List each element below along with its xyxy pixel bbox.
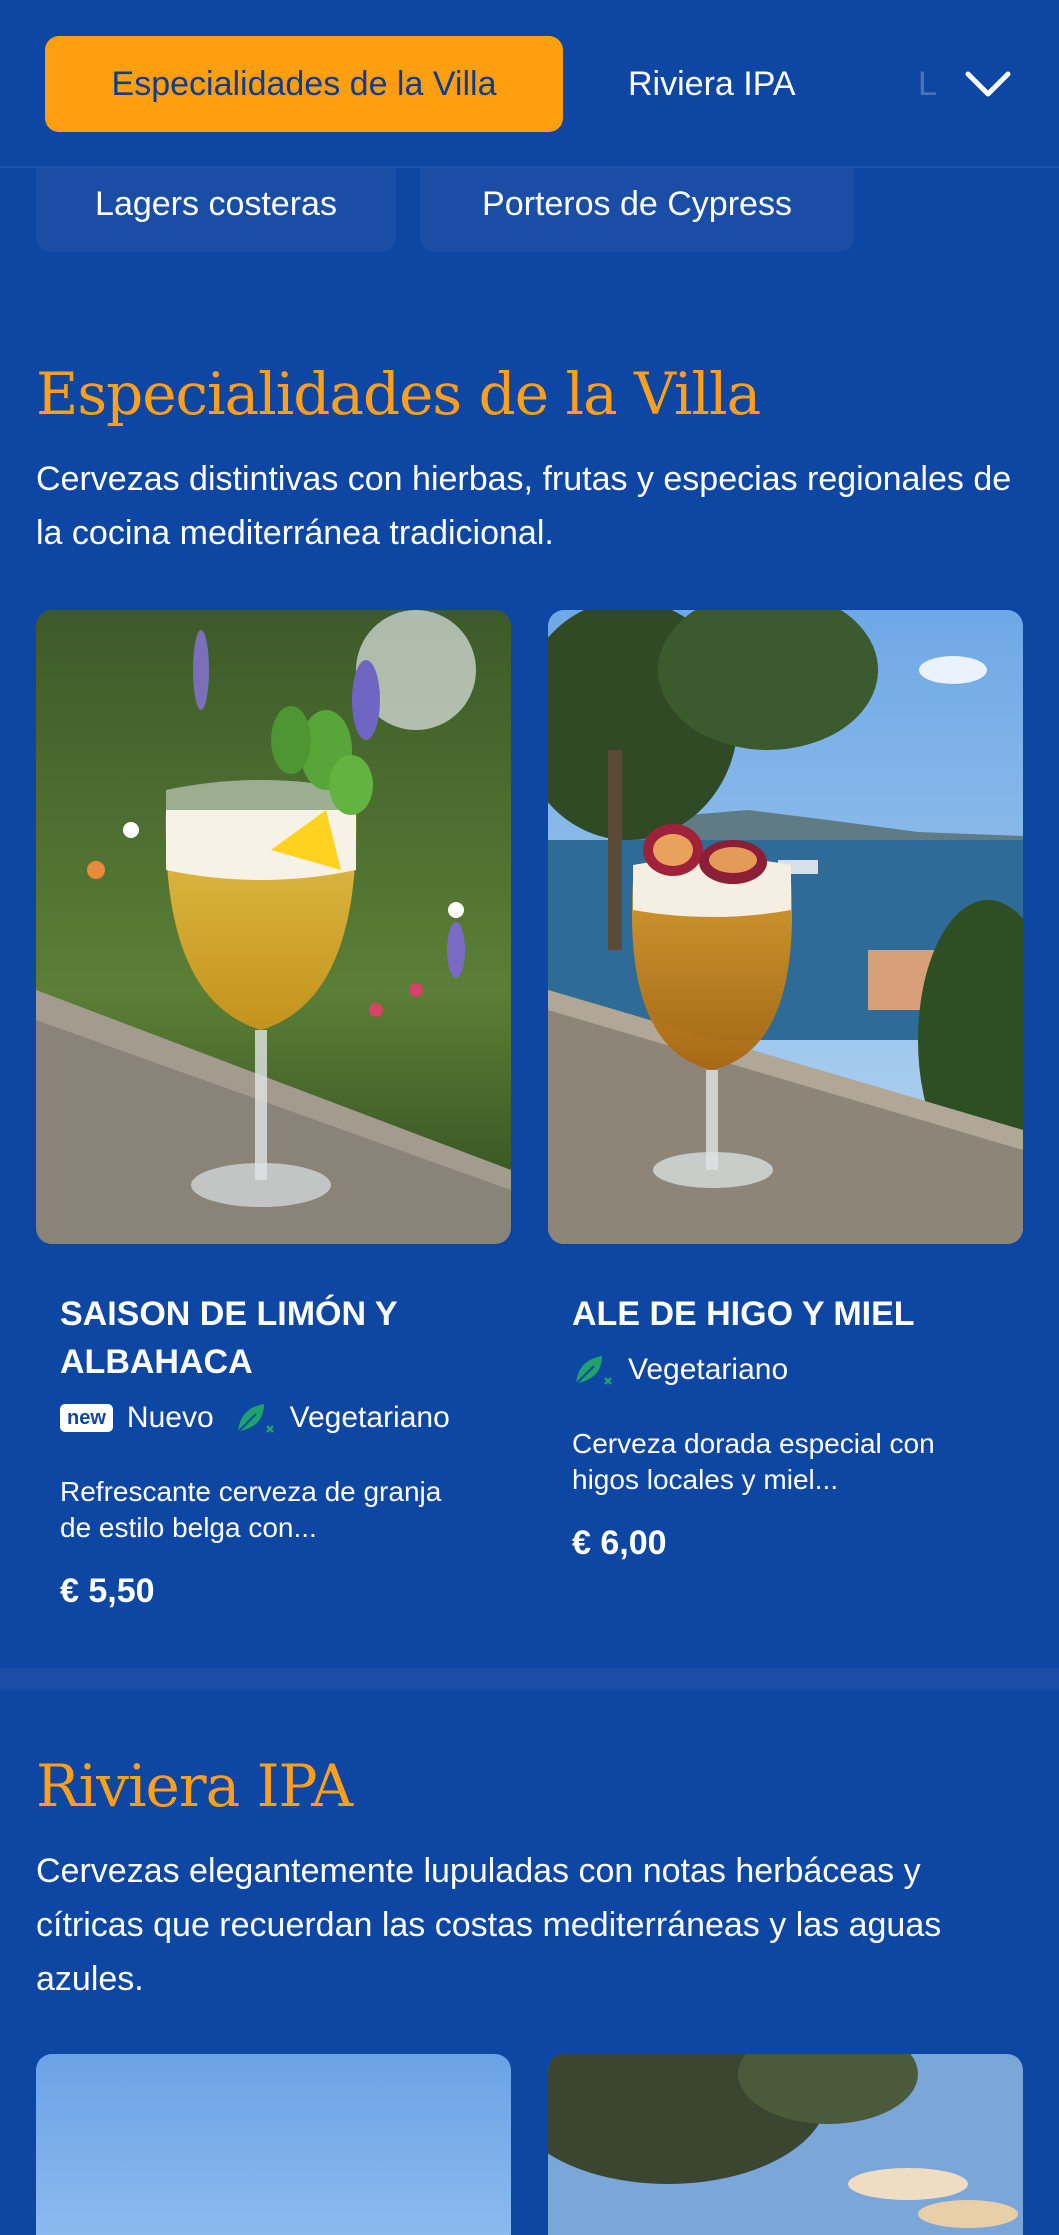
product-tags: Vegetariano — [572, 1352, 788, 1388]
product-image-saison[interactable] — [36, 610, 511, 1244]
category-nav: Especialidades de la Villa Riviera IPA L — [0, 0, 1059, 168]
higo-photo — [548, 610, 1023, 1244]
section-title: Especialidades de la Villa — [36, 360, 761, 428]
product-name[interactable]: SAISON DE LIMÓN Y ALBAHACA — [60, 1290, 480, 1386]
product-image[interactable] — [36, 2054, 511, 2235]
category-subnav: Lagers costeras Porteros de Cypress — [0, 168, 1059, 252]
section-description: Cervezas elegantemente lupuladas con not… — [36, 1852, 942, 1998]
section-description: Cervezas distintivas con hierbas, frutas… — [36, 460, 1012, 552]
vegetarian-leaf-icon — [236, 1404, 274, 1433]
chevron-down-icon[interactable] — [962, 62, 1014, 106]
tab-porteros-cypress[interactable]: Porteros de Cypress — [420, 168, 854, 252]
tab-especialidades[interactable]: Especialidades de la Villa — [45, 36, 563, 132]
tag-vegetariano: Vegetariano — [289, 1401, 450, 1434]
product-description: Cerveza dorada especial con higos locale… — [572, 1428, 935, 1495]
tag-nuevo: Nuevo — [126, 1401, 214, 1434]
new-badge: new — [60, 1404, 113, 1432]
product-description: Refrescante cerveza de granja de estilo … — [60, 1476, 442, 1543]
product-name[interactable]: ALE DE HIGO Y MIEL — [572, 1290, 1002, 1338]
section-title: Riviera IPA — [36, 1752, 353, 1820]
saison-photo — [36, 610, 511, 1244]
tree-photo — [548, 2054, 1023, 2235]
product-price: € 5,50 — [60, 1572, 155, 1610]
tag-vegetariano: Vegetariano — [628, 1353, 789, 1386]
tab-riviera-ipa[interactable]: Riviera IPA — [628, 36, 796, 132]
section-divider — [0, 1668, 1059, 1690]
product-image-higo[interactable] — [548, 610, 1023, 1244]
product-tags: new Nuevo Vegetariano — [60, 1400, 450, 1436]
tab-lagers-costeras[interactable]: Lagers costeras — [36, 168, 396, 252]
sky-photo — [36, 2054, 511, 2235]
vegetarian-leaf-icon — [575, 1356, 612, 1385]
product-image[interactable] — [548, 2054, 1023, 2235]
tab-lagers-partial[interactable]: L — [918, 36, 937, 132]
product-price: € 6,00 — [572, 1524, 667, 1562]
